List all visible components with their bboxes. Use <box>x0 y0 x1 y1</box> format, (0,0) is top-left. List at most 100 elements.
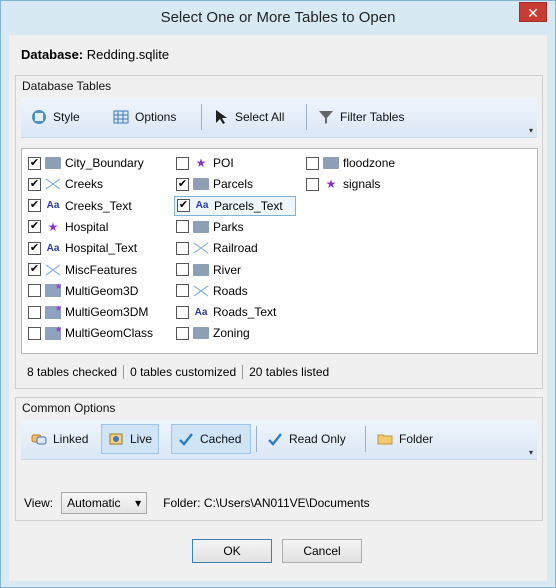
list-item-label: Creeks_Text <box>65 198 132 213</box>
toolbar-overflow-icon[interactable]: ▾ <box>529 448 533 457</box>
list-item[interactable]: ★ signals <box>304 174 380 194</box>
list-item[interactable]: MultiGeom3DM <box>26 302 148 322</box>
folder-label: Folder <box>399 432 434 446</box>
list-item[interactable]: Parks <box>174 217 244 237</box>
list-item[interactable]: ✔ ★ Hospital <box>26 217 108 237</box>
title-bar[interactable]: Select One or More Tables to Open ✕ <box>1 1 555 35</box>
toolbar-separator <box>256 426 257 452</box>
table-checkbox[interactable]: ✔ <box>28 156 41 170</box>
list-item-label: Hospital_Text <box>65 241 138 256</box>
table-checkbox[interactable] <box>176 284 189 298</box>
options-toolbar: Linked Live Cached Read Only Folder ▾ <box>21 420 537 460</box>
table-checkbox[interactable]: ✔ <box>28 177 41 191</box>
line-icon <box>45 264 61 276</box>
table-checkbox[interactable] <box>306 156 319 170</box>
list-item[interactable]: Zoning <box>174 323 250 343</box>
list-item-label: Hospital <box>65 219 109 234</box>
list-item-label: signals <box>343 177 381 192</box>
table-checkbox[interactable] <box>28 305 41 319</box>
filter-tables-button[interactable]: Filter Tables <box>312 102 410 132</box>
table-checkbox[interactable]: ✔ <box>176 177 189 191</box>
table-checkbox[interactable] <box>176 241 189 255</box>
multigeom-icon <box>45 282 62 298</box>
cached-toggle[interactable]: Cached <box>171 424 251 454</box>
list-item-label: Roads <box>213 283 248 298</box>
linked-label: Linked <box>53 432 89 446</box>
window-title: Select One or More Tables to Open <box>160 9 396 26</box>
table-checkbox[interactable]: ✔ <box>177 199 190 213</box>
list-item[interactable]: MultiGeom3D <box>26 281 138 301</box>
list-item[interactable]: ✔ Aa Hospital_Text <box>26 238 137 258</box>
list-item[interactable]: River <box>174 260 241 280</box>
list-item[interactable]: ✔ Aa Parcels_Text <box>174 195 296 216</box>
list-item-label: Parcels <box>213 177 254 192</box>
table-checkbox[interactable] <box>176 156 189 170</box>
ok-button[interactable]: OK <box>192 539 272 563</box>
folder-button[interactable]: Folder <box>371 424 439 454</box>
live-icon <box>108 431 124 447</box>
table-checkbox[interactable] <box>176 263 189 276</box>
folder-icon <box>193 327 209 340</box>
status-checked-count: 8 tables checked <box>21 365 125 379</box>
table-checkbox[interactable]: ✔ <box>28 241 41 255</box>
table-checkbox[interactable] <box>176 220 189 234</box>
toolbar-separator <box>306 104 307 130</box>
list-item[interactable]: Aa Roads_Text <box>174 302 276 322</box>
list-item[interactable]: ✔ City_Boundary <box>26 153 144 173</box>
linked-button[interactable]: Linked <box>25 424 94 454</box>
list-item-label: MultiGeom3DM <box>65 305 149 320</box>
table-checkbox[interactable] <box>176 305 189 319</box>
folder-path-text: Folder: C:\Users\AN011VE\Documents <box>163 496 370 510</box>
list-item[interactable]: floodzone <box>304 153 395 173</box>
table-checkbox[interactable] <box>306 177 319 191</box>
close-button[interactable]: ✕ <box>519 2 547 22</box>
list-item[interactable]: ✔ Creeks <box>26 174 103 194</box>
toolbar-separator <box>201 104 202 130</box>
list-item[interactable]: ✔ Aa Creeks_Text <box>26 196 132 216</box>
select-all-button[interactable]: Select All <box>207 102 290 132</box>
list-item-label: Zoning <box>213 326 250 341</box>
text-icon: Aa <box>194 306 208 318</box>
multigeom-icon <box>45 304 62 319</box>
text-icon: Aa <box>46 200 60 212</box>
list-item[interactable]: ✔ Parcels <box>174 174 253 194</box>
cancel-button[interactable]: Cancel <box>282 539 362 563</box>
status-listed-count: 20 tables listed <box>249 365 330 379</box>
list-item[interactable]: ★ POI <box>174 153 234 173</box>
folder-icon <box>377 431 393 447</box>
list-item-label: MultiGeom3D <box>65 283 139 298</box>
style-button[interactable]: Style <box>25 102 86 132</box>
list-item-label: River <box>213 262 242 277</box>
line-icon <box>193 285 209 297</box>
table-checkbox[interactable]: ✔ <box>28 263 41 276</box>
table-checkbox[interactable]: ✔ <box>28 220 41 234</box>
table-checkbox[interactable] <box>176 326 189 340</box>
database-label: Database: <box>21 47 84 62</box>
multigeom-icon <box>45 325 62 340</box>
checkmark-icon <box>178 431 194 447</box>
star-icon: ★ <box>195 156 207 170</box>
database-line: Database: Redding.sqlite <box>21 47 169 62</box>
chevron-down-icon: ▾ <box>135 496 142 510</box>
read-only-toggle[interactable]: Read Only <box>261 424 352 454</box>
table-checkbox[interactable] <box>28 284 41 298</box>
list-item[interactable]: Roads <box>174 281 248 301</box>
toolbar-separator <box>365 426 366 452</box>
folder-icon <box>193 263 209 276</box>
list-item[interactable]: MultiGeomClass <box>26 323 153 343</box>
list-item[interactable]: Railroad <box>174 238 258 258</box>
tables-status-bar: 8 tables checked 0 tables customized 20 … <box>21 359 538 385</box>
tables-list[interactable]: ✔ City_Boundary ✔ Creeks ✔ Aa Creeks_Text ✔ ★ Hos… <box>21 148 538 354</box>
table-checkbox[interactable] <box>28 326 41 340</box>
view-select[interactable]: Automatic ▾ <box>61 492 148 514</box>
toolbar-overflow-icon[interactable]: ▾ <box>529 126 533 135</box>
options-button[interactable]: Options <box>107 102 182 132</box>
list-item-label: City_Boundary <box>65 156 144 170</box>
cached-label: Cached <box>200 432 242 446</box>
folder-icon <box>323 157 339 169</box>
live-label: Live <box>130 432 153 446</box>
table-checkbox[interactable]: ✔ <box>28 199 41 213</box>
view-row: View: Automatic ▾ Folder: C:\Users\AN011… <box>24 492 370 514</box>
live-toggle[interactable]: Live <box>101 424 160 454</box>
list-item[interactable]: ✔ MiscFeatures <box>26 260 137 280</box>
